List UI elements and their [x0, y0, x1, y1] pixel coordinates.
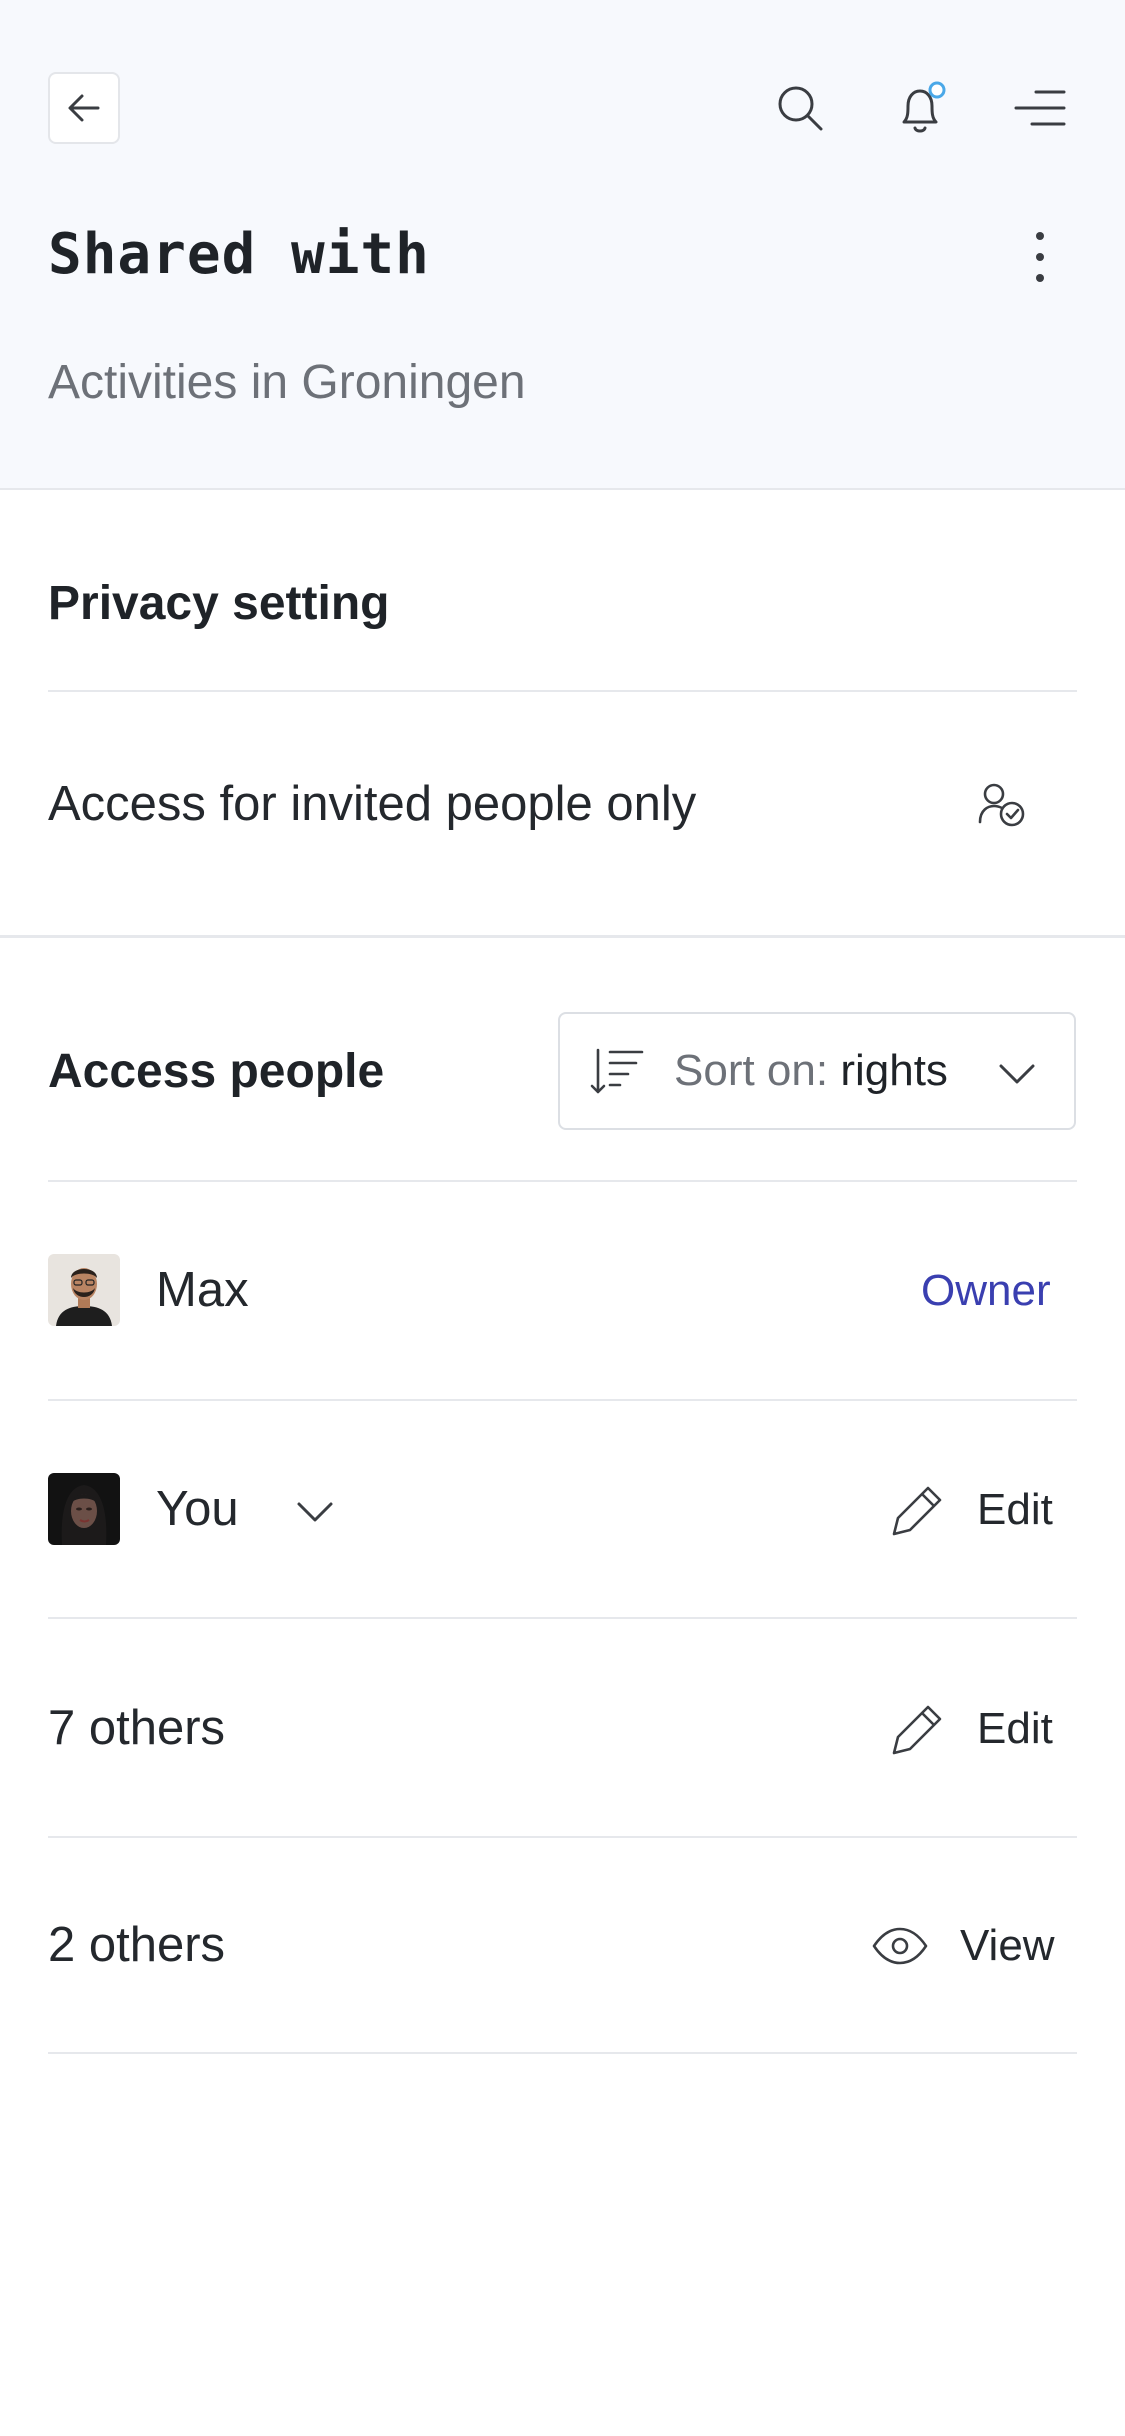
eye-icon [872, 1927, 928, 1965]
pencil-icon [892, 1705, 942, 1755]
back-button[interactable] [48, 72, 120, 144]
group-label[interactable]: 7 others [48, 1700, 225, 1756]
sort-value: rights [840, 1046, 948, 1095]
divider [48, 1399, 1077, 1401]
avatar-you [48, 1473, 120, 1545]
more-vertical-icon [1036, 232, 1044, 282]
divider [48, 2052, 1077, 2054]
divider [48, 1836, 1077, 1838]
notification-dot [928, 81, 946, 99]
section-divider [0, 935, 1125, 938]
menu-icon [1014, 90, 1066, 126]
person-name: Max [156, 1263, 249, 1317]
search-button[interactable] [770, 78, 830, 138]
access-section-title: Access people [48, 1045, 385, 1098]
person-name[interactable]: You [156, 1481, 239, 1537]
page-subtitle: Activities in Groningen [48, 356, 526, 409]
page-title: Shared with [48, 222, 430, 287]
chevron-down-icon [999, 1064, 1035, 1084]
group-label[interactable]: 2 others [48, 1917, 225, 1973]
sort-icon [590, 1048, 644, 1094]
avatar-max [48, 1254, 120, 1326]
role-owner: Owner [921, 1266, 1051, 1315]
notifications-button[interactable] [890, 78, 950, 138]
privacy-section-title: Privacy setting [48, 577, 390, 630]
bell-icon [902, 81, 946, 133]
privacy-setting-value[interactable]: Access for invited people only [48, 776, 696, 832]
more-options-button[interactable] [1010, 222, 1070, 292]
sort-dropdown[interactable]: Sort on: rights [558, 1012, 1076, 1130]
search-icon [778, 86, 823, 131]
sort-label: Sort on: rights [674, 1046, 948, 1096]
pencil-icon [892, 1486, 942, 1536]
divider [48, 690, 1077, 692]
role-view[interactable]: View [960, 1921, 1055, 1971]
divider [48, 1617, 1077, 1619]
menu-button[interactable] [1010, 78, 1070, 138]
shared-with-screen: Shared with Activities in Groningen Priv… [0, 0, 1125, 2436]
divider [48, 1180, 1077, 1182]
user-check-icon[interactable] [976, 780, 1028, 832]
role-edit[interactable]: Edit [977, 1704, 1053, 1754]
arrow-left-icon [68, 94, 100, 122]
header: Shared with Activities in Groningen [0, 0, 1125, 490]
chevron-down-icon[interactable] [294, 1490, 336, 1532]
role-edit[interactable]: Edit [977, 1485, 1053, 1535]
sort-prefix: Sort on: [674, 1046, 829, 1095]
